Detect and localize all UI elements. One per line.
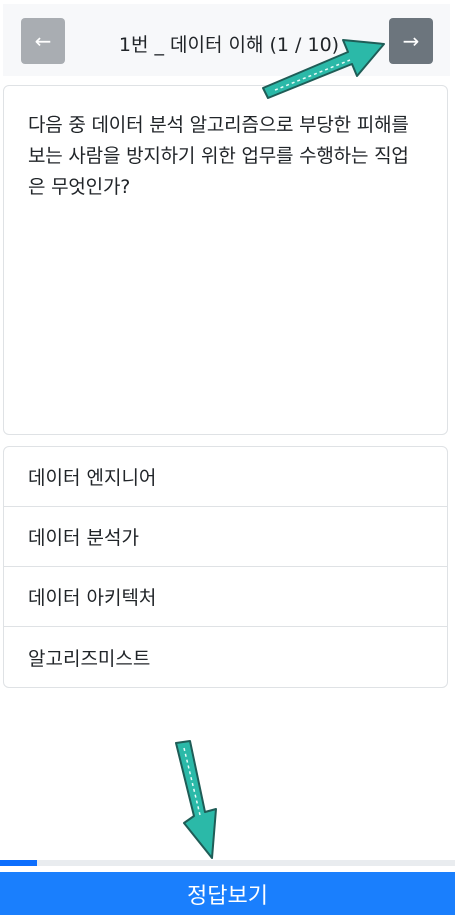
answer-option-label: 데이터 분석가 bbox=[28, 527, 139, 549]
question-card: 다음 중 데이터 분석 알고리즘으로 부당한 피해를 보는 사람을 방지하기 위… bbox=[3, 85, 448, 435]
answer-option-label: 데이터 엔지니어 bbox=[28, 467, 157, 489]
answer-option-1[interactable]: 데이터 엔지니어 bbox=[4, 447, 447, 507]
answer-option-4[interactable]: 알고리즈미스트 bbox=[4, 627, 447, 687]
show-answer-label: 정답보기 bbox=[187, 883, 268, 909]
annotation-down-arrow-icon bbox=[175, 740, 217, 859]
question-header: ← 1번 _ 데이터 이해 (1 / 10) → bbox=[3, 4, 450, 76]
answer-option-label: 데이터 아키텍처 bbox=[28, 587, 157, 609]
question-text: 다음 중 데이터 분석 알고리즘으로 부당한 피해를 보는 사람을 방지하기 위… bbox=[28, 114, 409, 198]
prev-question-button[interactable]: ← bbox=[21, 18, 65, 64]
next-question-button[interactable]: → bbox=[389, 18, 433, 64]
answer-options: 데이터 엔지니어 데이터 분석가 데이터 아키텍처 알고리즈미스트 bbox=[3, 446, 448, 688]
answer-option-3[interactable]: 데이터 아키텍처 bbox=[4, 567, 447, 627]
page-title: 1번 _ 데이터 이해 (1 / 10) bbox=[118, 34, 340, 56]
left-arrow-icon: ← bbox=[34, 29, 52, 53]
show-answer-button[interactable]: 정답보기 bbox=[0, 872, 455, 915]
progress-bar bbox=[0, 860, 455, 866]
answer-option-2[interactable]: 데이터 분석가 bbox=[4, 507, 447, 567]
right-arrow-icon: → bbox=[402, 29, 420, 53]
progress-fill bbox=[0, 860, 37, 866]
answer-option-label: 알고리즈미스트 bbox=[28, 647, 151, 670]
